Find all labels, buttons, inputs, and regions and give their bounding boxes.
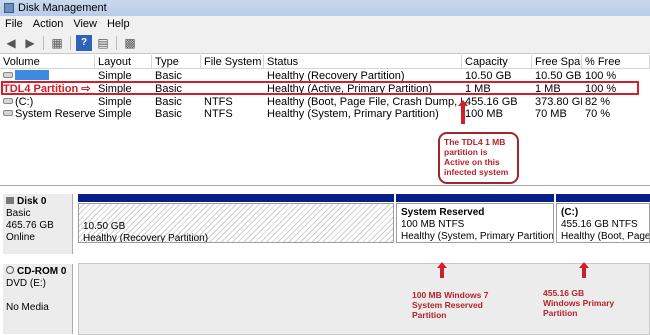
- col-pct-free[interactable]: % Free: [582, 55, 650, 69]
- capacity-cell: 100 MB: [465, 108, 503, 120]
- partition-bar: [78, 194, 394, 202]
- capacity-cell: 455.16 GB: [465, 96, 518, 108]
- window-title: Disk Management: [18, 2, 107, 14]
- disk0-label[interactable]: Disk 0 Basic 465.76 GB Online: [3, 194, 73, 254]
- partition-title: (C:): [561, 207, 579, 218]
- volume-cell: System Reserved: [0, 108, 95, 120]
- col-free-space[interactable]: Free Spa...: [532, 55, 582, 69]
- disk0-size: 465.76 GB: [6, 220, 54, 231]
- partition-bar: [556, 194, 650, 202]
- volume-name: System Reserved: [15, 108, 95, 120]
- system-reserved-annotation: 100 MB Windows 7 System Reserved Partiti…: [412, 290, 489, 320]
- volume-name-redacted: [15, 70, 49, 80]
- layout-cell: Simple: [98, 108, 132, 120]
- cdrom-icon: [6, 266, 14, 274]
- drive-icon: [3, 110, 13, 116]
- up-arrow-icon: [437, 262, 447, 278]
- col-type[interactable]: Type: [152, 55, 201, 69]
- disk-management-icon: [4, 3, 14, 13]
- disk0-status: Online: [6, 232, 35, 243]
- col-layout[interactable]: Layout: [95, 55, 152, 69]
- menu-file[interactable]: File: [0, 18, 28, 30]
- properties-icon[interactable]: ▤: [95, 35, 111, 51]
- fs-cell: NTFS: [204, 96, 233, 108]
- cdrom-label[interactable]: CD-ROM 0 DVD (E:) No Media: [3, 264, 73, 334]
- status-cell: Healthy (System, Primary Partition): [267, 108, 439, 120]
- partition-status: Healthy (Recovery Partition): [83, 233, 209, 243]
- partition-size: 455.16 GB NTFS: [561, 219, 638, 230]
- table-row[interactable]: System Reserved Simple Basic NTFS Health…: [0, 108, 650, 120]
- partition-bar: [396, 194, 554, 202]
- menu-view[interactable]: View: [68, 18, 102, 30]
- more-icon[interactable]: ▩: [122, 35, 138, 51]
- cdrom-media: No Media: [6, 302, 49, 313]
- windows-primary-annotation: 455.16 GB Windows Primary Partition: [543, 288, 615, 318]
- volume-name: (C:): [15, 96, 34, 108]
- col-capacity[interactable]: Capacity: [462, 55, 532, 69]
- disk0-name: Disk 0: [17, 196, 47, 207]
- c-drive-partition[interactable]: (C:) 455.16 GB NTFS Healthy (Boot, Page …: [556, 203, 650, 243]
- back-icon[interactable]: ◀: [3, 35, 19, 51]
- pct-cell: 82 %: [585, 96, 611, 108]
- table-row[interactable]: (C:) Simple Basic NTFS Healthy (Boot, Pa…: [0, 96, 650, 108]
- free-cell: 373.80 GB: [535, 96, 582, 108]
- col-volume[interactable]: Volume: [0, 55, 95, 69]
- toolbar-separator: [70, 35, 71, 50]
- system-reserved-partition[interactable]: System Reserved 100 MB NTFS Healthy (Sys…: [396, 203, 554, 243]
- disk0-type: Basic: [6, 208, 31, 219]
- console-tree-icon[interactable]: ▦: [49, 35, 65, 51]
- drive-icon: [3, 72, 13, 78]
- volume-list-header: Volume Layout Type File System Status Ca…: [0, 55, 650, 69]
- pct-cell: 70 %: [585, 108, 611, 120]
- col-status[interactable]: Status: [264, 55, 462, 69]
- help-icon[interactable]: ?: [76, 34, 92, 51]
- type-cell: Basic: [155, 108, 182, 120]
- toolbar: ◀ ▶ ▦ ? ▤ ▩: [0, 32, 650, 54]
- menu-bar: File Action View Help: [0, 16, 650, 32]
- volume-cell: (C:): [0, 96, 95, 108]
- free-cell: 70 MB: [535, 108, 567, 120]
- col-file-system[interactable]: File System: [201, 55, 264, 69]
- cdrom-drive: DVD (E:): [6, 278, 46, 289]
- recovery-partition[interactable]: 10.50 GB Healthy (Recovery Partition): [78, 203, 394, 243]
- toolbar-separator: [116, 35, 117, 50]
- tdl4-row-highlight: [1, 81, 639, 95]
- title-bar: Disk Management: [0, 0, 650, 16]
- layout-cell: Simple: [98, 96, 132, 108]
- cdrom-name: CD-ROM 0: [17, 266, 67, 277]
- volume-list: Volume Layout Type File System Status Ca…: [0, 55, 650, 183]
- drive-icon: [3, 98, 13, 104]
- partition-status: Healthy (Boot, Page File: [561, 231, 650, 242]
- type-cell: Basic: [155, 96, 182, 108]
- partition-title: System Reserved: [401, 207, 485, 218]
- partition-status: Healthy (System, Primary Partition): [401, 231, 554, 242]
- toolbar-separator: [43, 35, 44, 50]
- status-cell: Healthy (Boot, Page File, Crash Dump, Pr…: [267, 96, 462, 108]
- tdl4-callout: The TDL4 1 MB partition is Active on thi…: [438, 132, 519, 184]
- up-arrow-icon: [458, 100, 468, 124]
- menu-help[interactable]: Help: [102, 18, 135, 30]
- partition-size: 100 MB NTFS: [401, 219, 465, 230]
- menu-action[interactable]: Action: [28, 18, 69, 30]
- partition-size: 10.50 GB: [83, 221, 126, 232]
- up-arrow-icon: [579, 262, 589, 278]
- disk-graphical-view: Disk 0 Basic 465.76 GB Online 10.50 GB H…: [0, 185, 650, 335]
- disk-icon: [6, 197, 14, 204]
- forward-icon[interactable]: ▶: [22, 35, 38, 51]
- fs-cell: NTFS: [204, 108, 233, 120]
